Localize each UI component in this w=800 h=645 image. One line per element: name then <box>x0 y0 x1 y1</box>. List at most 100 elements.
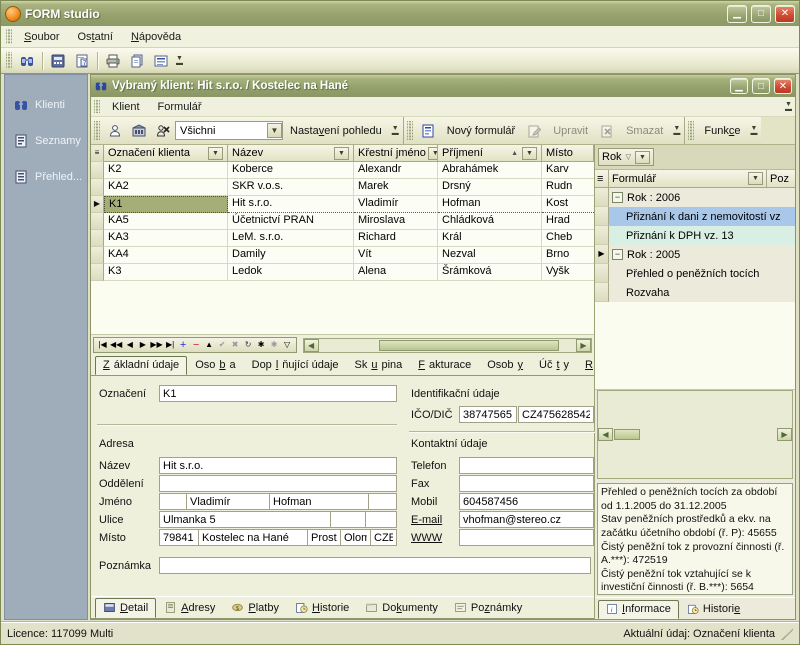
filter-dropdown-icon[interactable]: ▼ <box>428 147 438 160</box>
first-record-button[interactable]: |◀ <box>96 338 109 352</box>
scroll-left-icon[interactable]: ◀ <box>598 428 613 441</box>
chevron-down-icon[interactable]: ▼ <box>635 151 650 164</box>
tab-poznamky[interactable]: Poznámky <box>446 598 530 618</box>
oddeleni-field[interactable] <box>159 475 397 492</box>
prev-record-button[interactable]: ◀ <box>123 338 136 352</box>
filter-dropdown-icon[interactable]: ▼ <box>208 147 223 160</box>
bookmark-button[interactable]: ✱ <box>255 338 268 352</box>
cancel-edit-button[interactable]: ✖ <box>229 338 242 352</box>
all-clients-button[interactable] <box>151 120 175 142</box>
column-header-prijmeni[interactable]: Příjmení▲▼ <box>438 145 542 162</box>
mobil-field[interactable] <box>459 493 594 510</box>
email-field[interactable] <box>459 511 594 528</box>
scroll-right-icon[interactable]: ▶ <box>576 339 591 352</box>
www-field[interactable] <box>459 529 594 546</box>
form-item-row[interactable]: Přiznání k DPH vz. 13 <box>595 226 795 245</box>
okres-field[interactable] <box>307 529 341 546</box>
psc-field[interactable] <box>159 529 199 546</box>
cp-field[interactable] <box>330 511 366 528</box>
table-row[interactable]: KA5 Účetnictví PRAN Miroslava Chládková … <box>91 213 594 230</box>
calculator-button[interactable] <box>46 50 70 72</box>
sidebar-item-prehled[interactable]: Přehled... <box>5 159 87 195</box>
scroll-left-icon[interactable]: ◀ <box>304 339 319 352</box>
dic-field[interactable] <box>518 406 594 423</box>
last-record-button[interactable]: ▶| <box>164 338 177 352</box>
titul-pred-field[interactable] <box>159 493 187 510</box>
prijmeni-field[interactable] <box>269 493 369 510</box>
tab-platby[interactable]: $Platby <box>223 598 287 618</box>
resize-grip[interactable] <box>781 628 793 640</box>
scrollbar-thumb[interactable] <box>379 340 559 351</box>
company-button[interactable] <box>127 120 151 142</box>
ico-field[interactable] <box>459 406 517 423</box>
close-button[interactable]: ✕ <box>775 5 795 23</box>
menu-napoveda[interactable]: Nápověda <box>122 28 190 46</box>
list-button[interactable] <box>149 50 173 72</box>
ulice-field[interactable] <box>159 511 331 528</box>
tab-adresy[interactable]: Adresy <box>156 598 223 618</box>
functions-button[interactable]: Funkce <box>697 122 747 140</box>
stat-field[interactable] <box>370 529 397 546</box>
view-filter-select[interactable]: Všichni ▼ <box>175 121 283 140</box>
collapse-icon[interactable]: − <box>612 249 623 260</box>
post-edit-button[interactable]: ✔ <box>216 338 229 352</box>
tab-doplnujici-udaje[interactable]: Doplňující údaje <box>244 356 347 375</box>
insert-record-button[interactable]: + <box>177 338 190 352</box>
goto-bookmark-button[interactable]: ✱ <box>268 338 281 352</box>
filter-dropdown-icon[interactable]: ▼ <box>522 147 537 160</box>
menubar-grip[interactable] <box>6 29 12 44</box>
tab-detail[interactable]: Detail <box>95 598 156 618</box>
scrollbar-thumb[interactable] <box>614 429 640 440</box>
table-row[interactable]: KA4 Damily Vít Nezval Brno <box>91 247 594 264</box>
scroll-right-icon[interactable]: ▶ <box>777 428 792 441</box>
column-header-krestni-jmeno[interactable]: Křestní jméno▼ <box>354 145 438 162</box>
column-header-misto[interactable]: Místo <box>542 145 594 162</box>
form-toolbar-overflow-chevron[interactable]: ▼▬ <box>670 117 683 144</box>
kraj-field[interactable] <box>340 529 371 546</box>
tab-informace[interactable]: iInformace <box>598 600 679 619</box>
next-page-button[interactable]: ▶▶ <box>149 338 163 352</box>
refresh-button[interactable]: ↻ <box>242 338 255 352</box>
edit-form-button[interactable]: Upravit <box>546 122 595 140</box>
person-button[interactable] <box>103 120 127 142</box>
client-menubar-overflow-chevron[interactable]: ▼▬ <box>782 97 795 116</box>
tab-historie[interactable]: Historie <box>287 598 357 618</box>
new-form-icon[interactable] <box>416 120 440 142</box>
menu-soubor[interactable]: Soubor <box>15 28 68 46</box>
maximize-button[interactable]: □ <box>751 5 771 23</box>
toolbar-overflow-chevron[interactable]: ▼▬ <box>173 48 186 73</box>
misto-field[interactable] <box>198 529 308 546</box>
group-row[interactable]: −Rok : 2006 <box>595 188 795 207</box>
grid-corner-cell[interactable]: ≡ <box>91 145 104 162</box>
edit-form-icon[interactable] <box>522 120 546 142</box>
clients-button[interactable] <box>15 50 39 72</box>
view-settings-button[interactable]: Nastavení pohledu <box>283 122 389 140</box>
tab-osoba[interactable]: Osoba <box>187 356 243 375</box>
telefon-field[interactable] <box>459 457 594 474</box>
minimize-button[interactable]: ▁ <box>727 5 747 23</box>
sidebar-item-klienti[interactable]: Klienti <box>5 87 87 123</box>
form-item-row[interactable]: Přehled o peněžních tocích <box>595 264 795 283</box>
forms-horizontal-scrollbar[interactable]: ◀ ▶ <box>597 390 793 479</box>
menu-formular[interactable]: Formulář <box>149 98 211 116</box>
next-record-button[interactable]: ▶ <box>136 338 149 352</box>
filter-dropdown-icon[interactable]: ▼ <box>334 147 349 160</box>
table-row[interactable]: KA2 SKR v.o.s. Marek Drsný Rudn <box>91 179 594 196</box>
tab-ucty[interactable]: Účty <box>531 356 577 375</box>
forms-catalog-button[interactable]: 7 <box>70 50 94 72</box>
titul-za-field[interactable] <box>368 493 397 510</box>
poznamka-field[interactable] <box>159 557 591 574</box>
tab-osoby[interactable]: Osoby <box>479 356 531 375</box>
sidebar-item-seznamy[interactable]: Seznamy <box>5 123 87 159</box>
fax-field[interactable] <box>459 475 594 492</box>
client-maximize-button[interactable]: □ <box>752 78 770 94</box>
krestni-jmeno-field[interactable] <box>186 493 270 510</box>
oznaceni-field[interactable] <box>159 385 397 402</box>
table-row-selected[interactable]: ▶ K1 Hit s.r.o. Vladimír Hofman Kost <box>91 196 594 213</box>
grid-horizontal-scrollbar[interactable]: ◀ ▶ <box>303 338 592 353</box>
client-close-button[interactable]: ✕ <box>774 78 792 94</box>
email-link-label[interactable]: E-mail <box>411 514 442 526</box>
group-by-rok-chip[interactable]: Rok ▽ ▼ <box>598 148 654 166</box>
edit-record-button[interactable]: ▲ <box>203 338 216 352</box>
filter-dropdown-icon[interactable]: ▼ <box>748 172 763 185</box>
